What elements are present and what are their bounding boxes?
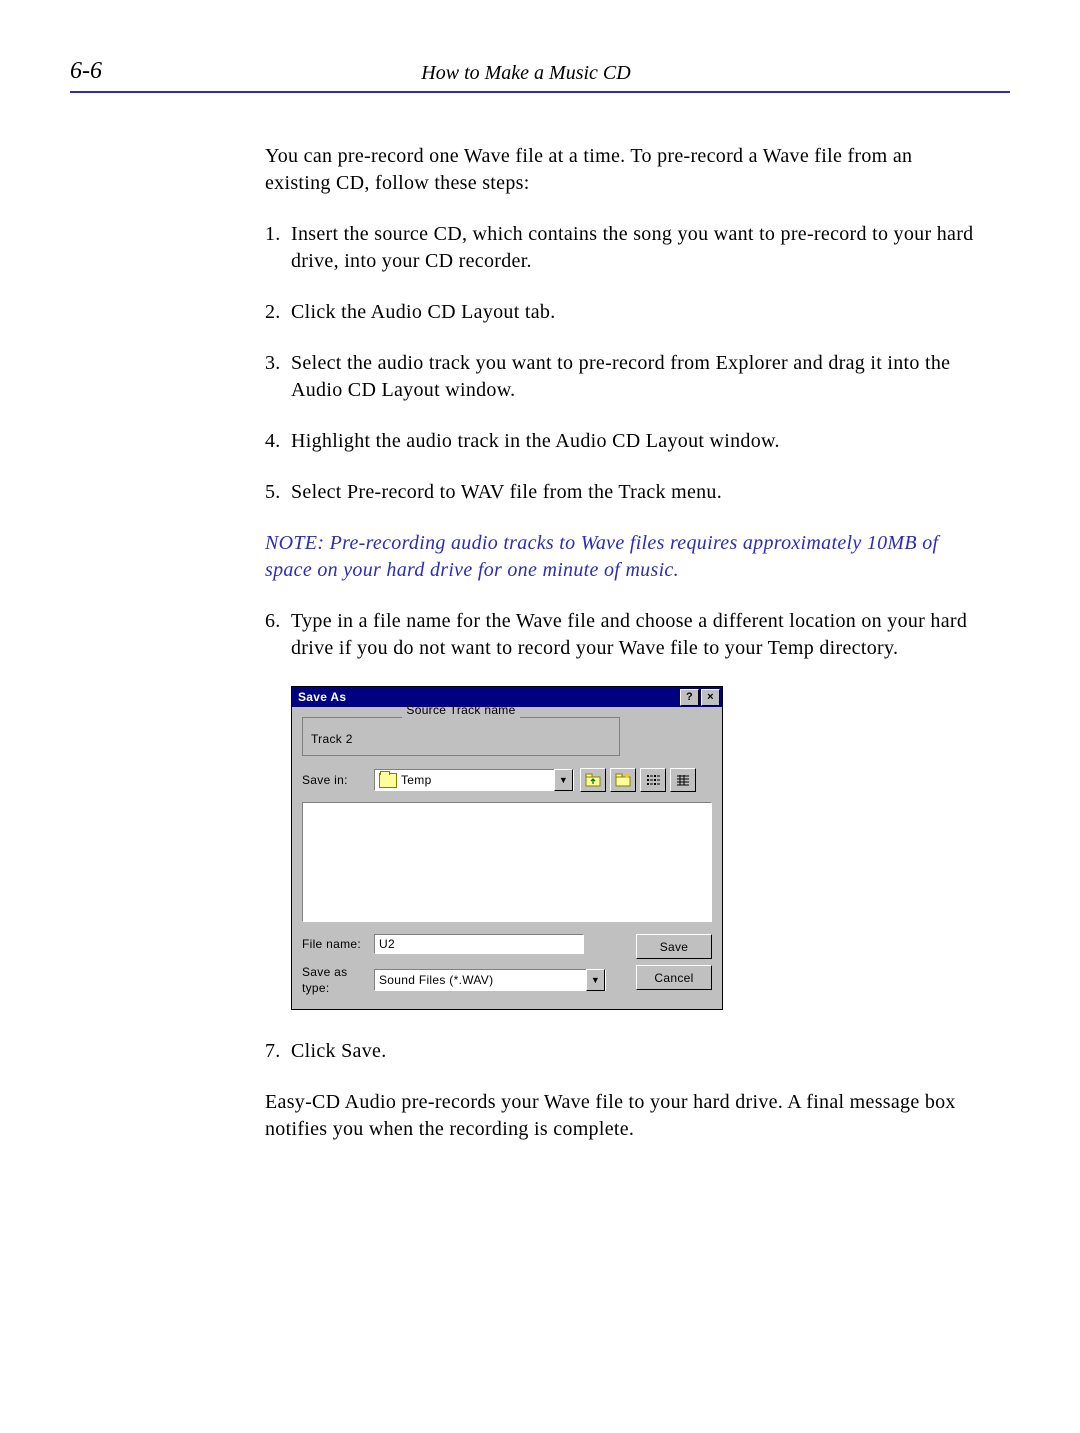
step-text: Select Pre-record to WAV file from the T… <box>291 479 980 506</box>
up-folder-icon <box>585 773 601 787</box>
header-rule <box>70 91 1010 93</box>
save-type-dropdown[interactable]: Sound Files (*.WAV) ▼ <box>374 969 606 991</box>
step-text: Type in a file name for the Wave file an… <box>291 608 980 662</box>
page-header: 6-6 How to Make a Music CD <box>70 58 1010 85</box>
steps-list-cont: 6. Type in a file name for the Wave file… <box>265 608 980 662</box>
save-as-dialog: Save As ? × Source Track name Track 2 Sa… <box>291 686 723 1010</box>
step-text: Highlight the audio track in the Audio C… <box>291 428 980 455</box>
step-number: 7. <box>265 1038 291 1065</box>
step-1: 1. Insert the source CD, which contains … <box>265 221 980 275</box>
save-type-label: Save as type: <box>302 964 374 996</box>
folder-icon <box>379 773 397 788</box>
step-number: 5. <box>265 479 291 506</box>
list-view-icon <box>645 773 661 787</box>
file-name-label: File name: <box>302 936 374 952</box>
step-number: 2. <box>265 299 291 326</box>
step-3: 3. Select the audio track you want to pr… <box>265 350 980 404</box>
steps-list-end: 7. Click Save. <box>265 1038 980 1065</box>
list-view-button[interactable] <box>640 768 666 792</box>
dialog-toolbar <box>580 768 696 792</box>
step-number: 6. <box>265 608 291 662</box>
dialog-bottom: File name: U2 Save as type: Sound Files … <box>302 934 712 996</box>
step-number: 1. <box>265 221 291 275</box>
new-folder-button[interactable] <box>610 768 636 792</box>
source-track-name: Track 2 <box>311 731 611 747</box>
step-7: 7. Click Save. <box>265 1038 980 1065</box>
chevron-down-icon[interactable]: ▼ <box>586 969 605 991</box>
step-5: 5. Select Pre-record to WAV file from th… <box>265 479 980 506</box>
step-6: 6. Type in a file name for the Wave file… <box>265 608 980 662</box>
step-text: Select the audio track you want to pre-r… <box>291 350 980 404</box>
save-in-label: Save in: <box>302 772 374 788</box>
page-number: 6-6 <box>70 58 102 85</box>
dialog-title: Save As <box>298 689 346 705</box>
new-folder-icon <box>615 773 631 787</box>
save-in-value: Temp <box>401 772 554 788</box>
chapter-title: How to Make a Music CD <box>102 62 950 85</box>
steps-list: 1. Insert the source CD, which contains … <box>265 221 980 506</box>
step-2: 2. Click the Audio CD Layout tab. <box>265 299 980 326</box>
chevron-down-icon[interactable]: ▼ <box>554 769 573 791</box>
page: 6-6 How to Make a Music CD You can pre-r… <box>0 0 1080 1433</box>
details-view-button[interactable] <box>670 768 696 792</box>
dialog-body: Source Track name Track 2 Save in: Temp … <box>292 707 722 1009</box>
save-in-dropdown[interactable]: Temp ▼ <box>374 769 574 791</box>
step-text: Click the Audio CD Layout tab. <box>291 299 980 326</box>
intro-paragraph: You can pre-record one Wave file at a ti… <box>265 143 980 197</box>
file-list-area[interactable] <box>302 802 712 922</box>
closing-paragraph: Easy-CD Audio pre-records your Wave file… <box>265 1089 980 1143</box>
note-paragraph: NOTE: Pre-recording audio tracks to Wave… <box>265 530 980 584</box>
step-text: Click Save. <box>291 1038 980 1065</box>
step-4: 4. Highlight the audio track in the Audi… <box>265 428 980 455</box>
source-track-groupbox: Source Track name Track 2 <box>302 717 620 756</box>
cancel-button[interactable]: Cancel <box>636 965 712 990</box>
groupbox-legend: Source Track name <box>402 702 519 718</box>
save-type-value: Sound Files (*.WAV) <box>375 972 586 988</box>
details-view-icon <box>675 773 691 787</box>
save-in-row: Save in: Temp ▼ <box>302 768 712 792</box>
up-one-level-button[interactable] <box>580 768 606 792</box>
save-button[interactable]: Save <box>636 934 712 959</box>
file-name-input[interactable]: U2 <box>374 934 584 954</box>
close-button[interactable]: × <box>701 689 720 706</box>
step-number: 3. <box>265 350 291 404</box>
file-name-row: File name: U2 <box>302 934 636 954</box>
save-type-row: Save as type: Sound Files (*.WAV) ▼ <box>302 964 636 996</box>
help-button[interactable]: ? <box>680 689 699 706</box>
step-text: Insert the source CD, which contains the… <box>291 221 980 275</box>
content: You can pre-record one Wave file at a ti… <box>265 143 980 1143</box>
step-number: 4. <box>265 428 291 455</box>
